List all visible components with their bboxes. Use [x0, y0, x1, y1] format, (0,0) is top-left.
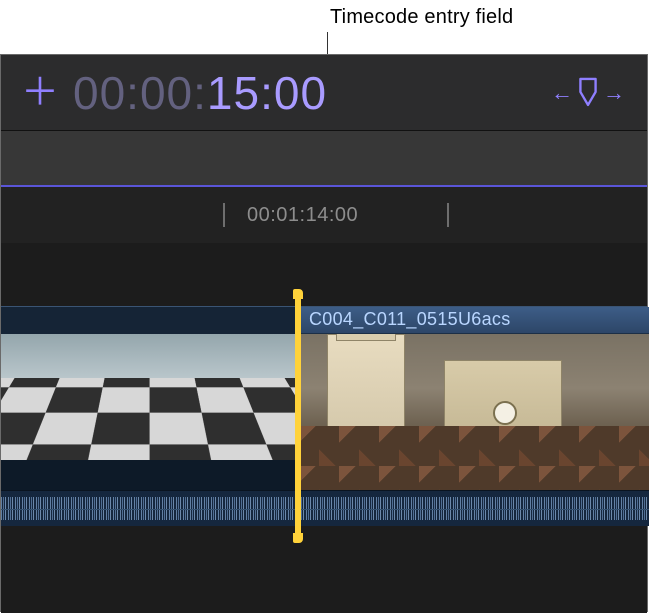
- plus-icon[interactable]: ＋: [21, 74, 59, 112]
- arrow-right-icon: →: [603, 80, 625, 106]
- ruler-tick: [223, 203, 225, 227]
- timeline-clip[interactable]: C004_C011_0515U6acs: [299, 307, 649, 526]
- clip-name-label: C004_C011_0515U6acs: [299, 307, 649, 334]
- timeline-editor: ＋ 00:00:15:00 ← → 00:01:14:00 C004_C011_…: [0, 54, 648, 612]
- annotation-label: Timecode entry field: [330, 6, 513, 29]
- timeline-track-area[interactable]: C004_C011_0515U6acs: [1, 243, 647, 613]
- skimming-control[interactable]: ← →: [551, 76, 625, 110]
- timecode-prefix: 00:00:: [73, 67, 207, 119]
- clip-thumbnail: [1, 334, 299, 490]
- timecode-toolbar: ＋ 00:00:15:00 ← →: [1, 55, 647, 131]
- timeline-header-spacer: [1, 131, 647, 187]
- clip-thumbnail: [299, 334, 649, 490]
- edit-point-indicator[interactable]: [295, 291, 301, 541]
- clip-audio-waveform: [1, 490, 299, 526]
- timecode-entry-field[interactable]: 00:00:15:00: [73, 66, 537, 120]
- ruler-tick: [447, 203, 449, 227]
- timecode-active: 15:00: [207, 67, 327, 119]
- video-track: C004_C011_0515U6acs: [1, 306, 647, 525]
- clip-audio-waveform: [299, 490, 649, 526]
- timeline-clip[interactable]: [1, 307, 299, 526]
- skimmer-pin-icon: [575, 76, 601, 110]
- arrow-left-icon: ←: [551, 80, 573, 106]
- timeline-ruler[interactable]: 00:01:14:00: [1, 187, 647, 243]
- ruler-timecode-label: 00:01:14:00: [247, 204, 358, 227]
